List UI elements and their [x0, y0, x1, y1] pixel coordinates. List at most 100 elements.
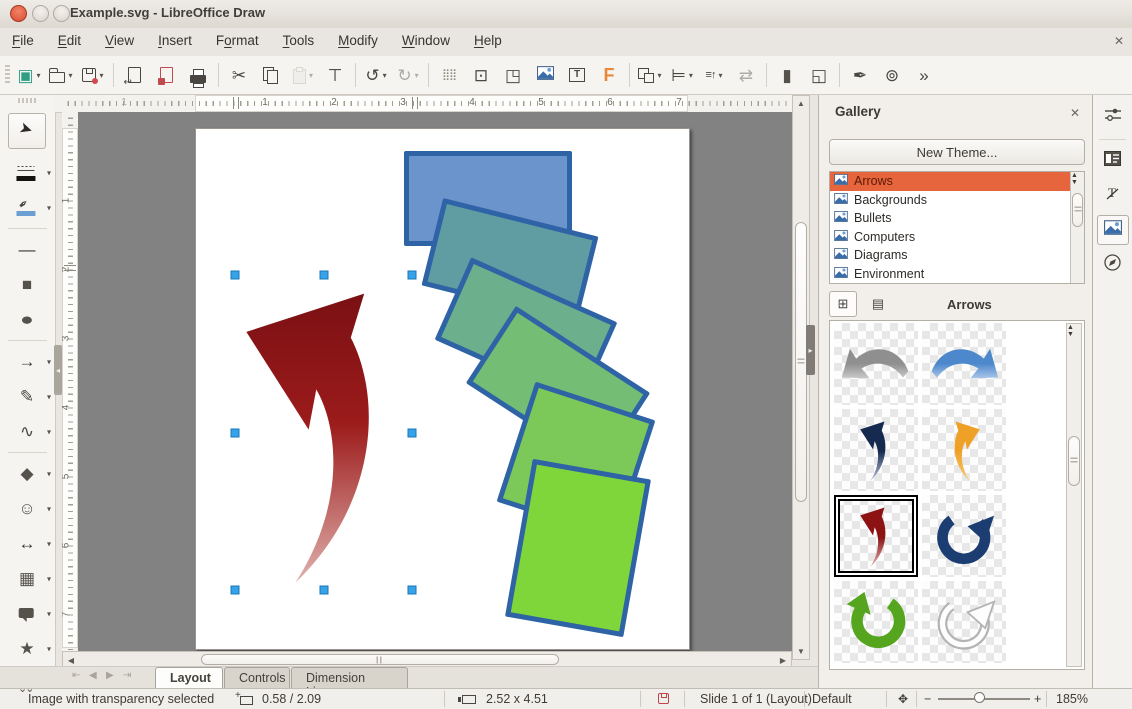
- menu-insert[interactable]: Insert: [146, 28, 204, 48]
- menu-modify[interactable]: Modify: [326, 28, 390, 48]
- snap-to-grid-button[interactable]: ⊡: [465, 59, 497, 91]
- selection-handle[interactable]: [408, 271, 417, 280]
- star-shapes-button[interactable]: ★▾: [0, 631, 55, 666]
- chevron-down-icon[interactable]: ▾: [47, 168, 51, 177]
- helplines-while-moving-button[interactable]: ◳: [497, 59, 529, 91]
- save-button[interactable]: ▾: [77, 59, 109, 91]
- close-window-button[interactable]: [10, 5, 27, 22]
- chevron-down-icon[interactable]: ▾: [47, 203, 51, 212]
- drawbar-drag-handle[interactable]: [18, 98, 38, 103]
- tab-properties[interactable]: [1098, 103, 1128, 131]
- edit-points-button[interactable]: ✒: [844, 59, 876, 91]
- scroll-up-icon[interactable]: ▲: [793, 99, 809, 108]
- next-page-button[interactable]: ▶: [106, 670, 114, 681]
- drawing-page[interactable]: [195, 128, 690, 650]
- chevron-down-icon[interactable]: ▾: [47, 644, 51, 653]
- copy-button[interactable]: [255, 59, 287, 91]
- chevron-down-icon[interactable]: ▾: [718, 71, 722, 80]
- theme-list-scrollbar-thumb[interactable]: [1072, 193, 1083, 227]
- insert-line-button[interactable]: —: [0, 232, 55, 267]
- scroll-down-icon[interactable]: ▼: [1067, 331, 1081, 338]
- menu-file[interactable]: File: [0, 28, 46, 48]
- selection-handle[interactable]: [231, 429, 240, 438]
- chevron-down-icon[interactable]: ▾: [689, 71, 693, 80]
- gallery-theme-backgrounds[interactable]: Backgrounds: [830, 191, 1084, 210]
- insert-text-box-button[interactable]: T: [561, 59, 593, 91]
- zoom-out-button[interactable]: −: [924, 692, 931, 706]
- export-as-pdf-button[interactable]: [150, 59, 182, 91]
- page-tab-controls[interactable]: Controls: [224, 667, 290, 688]
- menu-window[interactable]: Window: [390, 28, 462, 48]
- new-theme-button[interactable]: New Theme...: [829, 139, 1085, 165]
- vertical-scrollbar[interactable]: ▲ ▼: [792, 95, 810, 660]
- basic-shapes-button[interactable]: ◆▾: [0, 456, 55, 491]
- scroll-right-icon[interactable]: ▶: [778, 656, 788, 665]
- chevron-down-icon[interactable]: ▾: [47, 469, 51, 478]
- chevron-down-icon[interactable]: ▾: [47, 504, 51, 513]
- transformations-button[interactable]: ▾: [634, 59, 666, 91]
- select-tool-button[interactable]: ➤: [0, 105, 55, 155]
- tab-gallery[interactable]: [1097, 215, 1129, 245]
- show-gluepoint-functions-button[interactable]: ⊚: [876, 59, 908, 91]
- clone-formatting-button[interactable]: ⊤: [319, 59, 351, 91]
- chevron-down-icon[interactable]: ▾: [415, 71, 419, 80]
- print-button[interactable]: [182, 59, 214, 91]
- scroll-up-icon[interactable]: ▲: [1071, 172, 1084, 179]
- scroll-up-icon[interactable]: ▲: [1067, 324, 1081, 331]
- curve-tool-button[interactable]: ✎▾: [0, 379, 55, 414]
- close-document-icon[interactable]: ✕: [1114, 34, 1124, 48]
- align-objects-button[interactable]: ⊨▾: [666, 59, 698, 91]
- left-panel-splitter[interactable]: ◂: [54, 345, 62, 395]
- tab-styles[interactable]: T: [1098, 181, 1128, 209]
- gallery-close-icon[interactable]: ✕: [1070, 106, 1080, 120]
- gallery-thumb-gray-curved-arrow[interactable]: [834, 323, 918, 405]
- fontwork-button[interactable]: F: [593, 59, 625, 91]
- open-button[interactable]: ▾: [45, 59, 77, 91]
- selection-handle[interactable]: [408, 429, 417, 438]
- display-grid-button[interactable]: ⣿⣿: [433, 59, 465, 91]
- zoom-in-button[interactable]: +: [1034, 692, 1041, 706]
- thumbnails-scrollbar-thumb[interactable]: [1068, 436, 1080, 486]
- flowchart-shapes-button[interactable]: ▦▾: [0, 561, 55, 596]
- chevron-down-icon[interactable]: ▾: [99, 71, 103, 80]
- selection-handle[interactable]: [408, 586, 417, 595]
- toolbar-drag-handle[interactable]: [5, 65, 10, 85]
- chevron-down-icon[interactable]: ▾: [47, 357, 51, 366]
- zoom-fit-icon[interactable]: ✥: [898, 692, 908, 706]
- menu-format[interactable]: Format: [204, 28, 271, 48]
- gallery-thumb-navy-bent-arrow[interactable]: [834, 409, 918, 491]
- shadow-button[interactable]: ▮: [771, 59, 803, 91]
- gallery-thumb-red-curved-arrow[interactable]: [834, 495, 918, 577]
- toolbar-overflow-button[interactable]: »: [908, 59, 940, 91]
- minimize-window-button[interactable]: [32, 5, 49, 22]
- chevron-down-icon[interactable]: ▾: [47, 574, 51, 583]
- chevron-down-icon[interactable]: ▾: [47, 392, 51, 401]
- selection-handle[interactable]: [231, 586, 240, 595]
- menu-view[interactable]: View: [93, 28, 146, 48]
- gallery-thumb-green-circle-arrow[interactable]: [834, 581, 918, 663]
- rectangle-tool-button[interactable]: ■: [0, 267, 55, 302]
- icon-view-button[interactable]: ⊞: [829, 291, 857, 317]
- gallery-theme-list[interactable]: ArrowsBackgroundsBulletsComputersDiagram…: [829, 171, 1085, 284]
- lines-and-arrows-button[interactable]: →▾: [0, 344, 55, 379]
- ellipse-tool-button[interactable]: ●: [0, 302, 55, 337]
- canvas-viewport[interactable]: [78, 112, 792, 652]
- gallery-theme-diagrams[interactable]: Diagrams: [830, 246, 1084, 265]
- menu-tools[interactable]: Tools: [271, 28, 327, 48]
- gallery-theme-computers[interactable]: Computers: [830, 228, 1084, 247]
- zoom-slider-knob[interactable]: [974, 692, 985, 703]
- page-style[interactable]: Default: [812, 692, 852, 706]
- chevron-down-icon[interactable]: ▾: [47, 609, 51, 618]
- gallery-thumb-outline-circle-arrow[interactable]: [922, 581, 1006, 663]
- last-page-button[interactable]: ⇥: [123, 670, 131, 681]
- selection-handle[interactable]: [320, 271, 329, 280]
- fill-color-button[interactable]: ▾: [0, 190, 55, 225]
- chevron-down-icon[interactable]: ▾: [47, 539, 51, 548]
- gallery-thumb-blue-curved-arrow[interactable]: [922, 323, 1006, 405]
- thumbnails-scrollbar[interactable]: ▲ ▼: [1066, 323, 1082, 667]
- symbol-shapes-button[interactable]: ☺▾: [0, 491, 55, 526]
- scroll-down-icon[interactable]: ▼: [793, 647, 809, 656]
- chevron-down-icon[interactable]: ▾: [68, 71, 72, 80]
- gallery-theme-arrows[interactable]: Arrows: [830, 172, 1084, 191]
- export-button[interactable]: [118, 59, 150, 91]
